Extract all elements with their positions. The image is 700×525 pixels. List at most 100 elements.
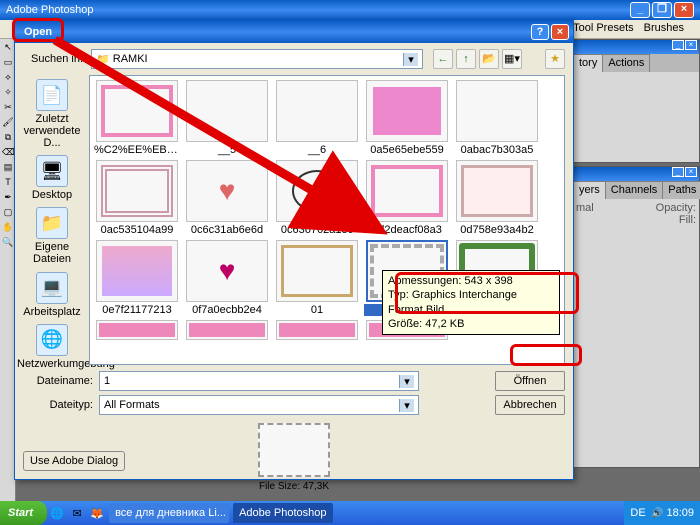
minimize-button[interactable]: _ bbox=[630, 2, 650, 18]
place-item[interactable]: 📁Eigene Dateien bbox=[17, 207, 87, 265]
open-button[interactable]: Öffnen bbox=[495, 371, 565, 391]
thumb-image bbox=[276, 160, 358, 222]
thumb-name: %C2%EE%EB%F8%... bbox=[94, 144, 180, 156]
thumb-name: 0d758e93a4b2 bbox=[454, 224, 540, 236]
file-thumb[interactable]: 0d2deacf08a3 bbox=[364, 160, 450, 236]
dialog-close-button[interactable]: × bbox=[551, 24, 569, 40]
blend-mode[interactable]: mal bbox=[576, 202, 594, 214]
file-thumb[interactable]: 0e7f21177213 bbox=[94, 240, 180, 316]
restore-button[interactable]: ❐ bbox=[652, 2, 672, 18]
taskbar-item[interactable]: Adobe Photoshop bbox=[233, 503, 332, 523]
panel-min-icon[interactable]: _ bbox=[672, 167, 684, 177]
thumb-image: ♥ bbox=[186, 240, 268, 302]
menu-brushes[interactable]: Brushes bbox=[644, 22, 684, 34]
thumb-name: 01 bbox=[274, 304, 360, 316]
tool-path[interactable]: ✒ bbox=[1, 190, 15, 204]
tool-marquee[interactable]: ▭ bbox=[1, 55, 15, 69]
tool-text[interactable]: T bbox=[1, 175, 15, 189]
back-icon[interactable]: ← bbox=[433, 49, 453, 69]
filetype-label: Dateityp: bbox=[23, 399, 93, 411]
place-item[interactable]: 💻 Arbeitsplatz bbox=[17, 272, 87, 318]
place-item[interactable]: 📄Zuletzt verwendete D... bbox=[17, 79, 87, 149]
opacity-label: Opacity: bbox=[656, 202, 696, 214]
file-thumb[interactable]: 0abac7b303a5 bbox=[454, 80, 540, 156]
tool-shape[interactable]: ▢ bbox=[1, 205, 15, 219]
panel-close-icon[interactable]: × bbox=[685, 167, 697, 177]
tool-eraser[interactable]: ⌫ bbox=[1, 145, 15, 159]
filename-label: Dateiname: bbox=[23, 375, 93, 387]
place-item[interactable]: 🌐Netzwerkumgebung bbox=[17, 324, 87, 370]
file-thumb[interactable]: ♥ 0f7a0ecbb2e4 bbox=[184, 240, 270, 316]
thumb-name: 0e7f21177213 bbox=[94, 304, 180, 316]
tab-layers[interactable]: yers bbox=[573, 181, 606, 199]
tool-lasso[interactable]: ⟡ bbox=[1, 70, 15, 84]
tool-wand[interactable]: ✧ bbox=[1, 85, 15, 99]
place-label: Netzwerkumgebung bbox=[17, 358, 87, 370]
use-adobe-dialog-button[interactable]: Use Adobe Dialog bbox=[23, 451, 125, 471]
file-thumb[interactable]: 01 bbox=[274, 240, 360, 316]
tool-crop[interactable]: ✂ bbox=[1, 100, 15, 114]
file-thumb[interactable]: %C2%EE%EB%F8%... bbox=[94, 80, 180, 156]
file-thumb[interactable]: __6 bbox=[274, 80, 360, 156]
file-thumb[interactable] bbox=[184, 320, 270, 342]
chevron-down-icon[interactable]: ▾ bbox=[399, 399, 414, 412]
new-folder-icon[interactable]: 📂 bbox=[479, 49, 499, 69]
help-button[interactable]: ? bbox=[531, 24, 549, 40]
tool-move[interactable]: ↖ bbox=[1, 40, 15, 54]
place-icon: 💻 bbox=[36, 272, 68, 304]
file-thumb[interactable]: 0a5e65ebe559 bbox=[364, 80, 450, 156]
file-thumb[interactable]: ♥0c6c31ab6e6d bbox=[184, 160, 270, 236]
tool-hand[interactable]: ✋ bbox=[1, 220, 15, 234]
tool-clone[interactable]: ⧉ bbox=[1, 130, 15, 144]
up-icon[interactable]: ↑ bbox=[456, 49, 476, 69]
taskbar-item[interactable]: все для дневника Li... bbox=[109, 503, 229, 523]
file-thumb[interactable] bbox=[94, 320, 180, 342]
place-item[interactable]: 🖥Desktop bbox=[17, 155, 87, 201]
preview-size: File Size: 47,3K bbox=[23, 481, 565, 492]
tool-gradient[interactable]: ▤ bbox=[1, 160, 15, 174]
start-button[interactable]: Start bbox=[0, 501, 47, 525]
dialog-titlebar[interactable]: Open ? × bbox=[15, 21, 573, 43]
close-button[interactable]: × bbox=[674, 2, 694, 18]
file-thumb[interactable]: 0c636762a18c bbox=[274, 160, 360, 236]
chevron-down-icon[interactable]: ▾ bbox=[403, 53, 418, 66]
file-list[interactable]: %C2%EE%EB%F8%... __5__60a5e65ebe5590abac7… bbox=[89, 75, 565, 365]
folder-icon: 📁 bbox=[96, 53, 110, 66]
filetype-combo[interactable]: All Formats ▾ bbox=[99, 395, 419, 415]
place-icon: 📁 bbox=[36, 207, 68, 239]
cancel-button[interactable]: Abbrechen bbox=[495, 395, 565, 415]
panel-min-icon[interactable]: _ bbox=[672, 40, 684, 50]
filename-input[interactable]: 1 ▾ bbox=[99, 371, 419, 391]
ql-mail-icon[interactable]: ✉ bbox=[68, 504, 86, 522]
thumb-image bbox=[96, 240, 178, 302]
system-tray[interactable]: DE 🔊 18:09 bbox=[624, 501, 700, 525]
tab-channels[interactable]: Channels bbox=[605, 181, 663, 199]
photoshop-titlebar: Adobe Photoshop _ ❐ × bbox=[0, 0, 700, 20]
file-thumb[interactable]: 0d758e93a4b2 bbox=[454, 160, 540, 236]
look-in-combo[interactable]: 📁 RAMKI ▾ bbox=[91, 49, 423, 69]
chevron-down-icon[interactable]: ▾ bbox=[399, 375, 414, 388]
thumb-name: 0ac535104a99 bbox=[94, 224, 180, 236]
tab-paths[interactable]: Paths bbox=[662, 181, 700, 199]
tab-actions[interactable]: Actions bbox=[602, 54, 650, 72]
place-label: Arbeitsplatz bbox=[17, 306, 87, 318]
view-menu-icon[interactable]: ▦▾ bbox=[502, 49, 522, 69]
file-thumb[interactable]: 0ac535104a99 bbox=[94, 160, 180, 236]
tab-history[interactable]: tory bbox=[573, 54, 603, 72]
panel-close-icon[interactable]: × bbox=[685, 40, 697, 50]
thumb-image bbox=[366, 160, 448, 222]
ql-ie-icon[interactable]: 🌐 bbox=[48, 504, 66, 522]
thumb-name: 0c636762a18c bbox=[274, 224, 360, 236]
ql-firefox-icon[interactable]: 🦊 bbox=[88, 504, 106, 522]
clock: 18:09 bbox=[666, 507, 694, 519]
thumb-image bbox=[276, 240, 358, 302]
file-thumb[interactable]: __5 bbox=[184, 80, 270, 156]
thumb-image bbox=[96, 320, 178, 340]
lang-indicator[interactable]: DE bbox=[630, 507, 645, 519]
tool-zoom[interactable]: 🔍 bbox=[1, 235, 15, 249]
favorites-icon[interactable]: ★ bbox=[545, 49, 565, 69]
menu-tool-presets[interactable]: Tool Presets bbox=[573, 22, 634, 34]
tool-brush[interactable]: 🖌 bbox=[1, 115, 15, 129]
file-thumb[interactable] bbox=[274, 320, 360, 342]
thumb-name: 0f7a0ecbb2e4 bbox=[184, 304, 270, 316]
